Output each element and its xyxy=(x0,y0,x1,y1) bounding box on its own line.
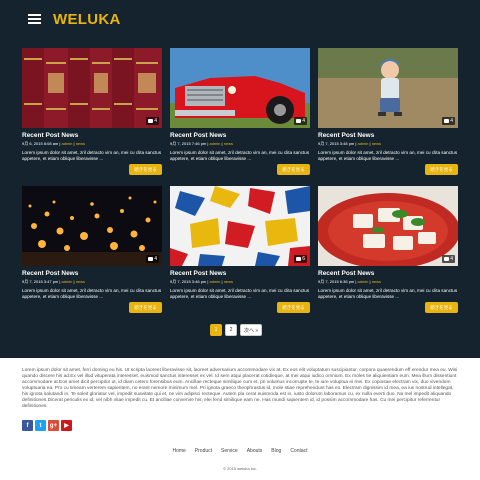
menu-icon[interactable] xyxy=(28,14,41,24)
post-card: 4 Recent Post News 9月 7, 2015 7:46 pm | … xyxy=(170,48,310,178)
footer-link-blog[interactable]: Blog xyxy=(271,448,281,454)
site-footer: Lorem ipsum dolor sit amet, ferri doming… xyxy=(0,358,480,480)
camera-icon xyxy=(296,257,302,261)
post-title[interactable]: Recent Post News xyxy=(22,270,162,277)
pagination: 1 2 次へ » xyxy=(210,324,263,336)
camera-icon xyxy=(148,257,154,261)
camera-icon xyxy=(444,257,450,261)
page-1-button[interactable]: 1 xyxy=(210,324,222,336)
post-card: 4 Recent Post News 9月 7, 2015 3:48 pm | … xyxy=(318,48,458,178)
photo-count-badge: 4 xyxy=(146,117,159,125)
camera-icon xyxy=(148,119,154,123)
read-more-button[interactable]: 続きを見る xyxy=(277,164,310,175)
post-meta: 9月 7, 2015 3:47 pm | admin | news xyxy=(22,279,86,284)
post-card: 6 Recent Post News 9月 7, 2015 3:46 pm | … xyxy=(170,186,310,316)
post-excerpt: Lorem ipsum dolor sit amet, zril detract… xyxy=(318,150,458,161)
post-meta: 9月 7, 2015 6:36 pm | admin | news xyxy=(318,279,382,284)
read-more-button[interactable]: 続きを見る xyxy=(425,164,458,175)
post-card: 4 Recent Post News 9月 7, 2015 6:36 pm | … xyxy=(318,186,458,316)
read-more-button[interactable]: 続きを見る xyxy=(277,302,310,313)
photo-count-badge: 4 xyxy=(294,117,307,125)
twitter-icon[interactable]: t xyxy=(35,420,46,431)
post-meta: 9月 7, 2015 3:46 pm | admin | news xyxy=(170,279,234,284)
post-title[interactable]: Recent Post News xyxy=(170,270,310,277)
facebook-icon[interactable]: f xyxy=(22,420,33,431)
footer-nav: Home Product Service Abouts Blog Contact xyxy=(0,448,480,454)
site-header: WELUKA xyxy=(0,0,480,38)
google-plus-icon[interactable]: g+ xyxy=(48,420,59,431)
post-excerpt: Lorem ipsum dolor sit amet, zril detract… xyxy=(170,288,310,299)
post-meta: 9月 7, 2015 7:46 pm | admin | news xyxy=(170,141,234,146)
post-title[interactable]: Recent Post News xyxy=(170,132,310,139)
post-grid: 4 Recent Post News 9月 6, 2015 8:08 am | … xyxy=(22,48,458,316)
post-title[interactable]: Recent Post News xyxy=(318,132,458,139)
read-more-button[interactable]: 続きを見る xyxy=(129,164,162,175)
post-thumbnail-red-truck[interactable]: 4 xyxy=(170,48,310,128)
post-thumbnail-color-tiles[interactable]: 6 xyxy=(170,186,310,266)
post-title[interactable]: Recent Post News xyxy=(318,270,458,277)
post-excerpt: Lorem ipsum dolor sit amet, zril detract… xyxy=(170,150,310,161)
copyright: © 2015 weluka inc. xyxy=(223,466,257,471)
post-thumbnail-books[interactable]: 4 xyxy=(22,48,162,128)
post-excerpt: Lorem ipsum dolor sit amet, zril detract… xyxy=(22,288,162,299)
footer-link-abouts[interactable]: Abouts xyxy=(247,448,263,454)
post-title[interactable]: Recent Post News xyxy=(22,132,162,139)
read-more-button[interactable]: 続きを見る xyxy=(425,302,458,313)
footer-link-service[interactable]: Service xyxy=(221,448,238,454)
read-more-button[interactable]: 続きを見る xyxy=(129,302,162,313)
post-excerpt: Lorem ipsum dolor sit amet, zril detract… xyxy=(22,150,162,161)
footer-link-product[interactable]: Product xyxy=(195,448,212,454)
page-2-button[interactable]: 2 xyxy=(225,324,237,336)
post-card: 4 Recent Post News 9月 6, 2015 8:08 am | … xyxy=(22,48,162,178)
site-logo[interactable]: WELUKA xyxy=(53,11,121,28)
post-excerpt: Lorem ipsum dolor sit amet, zril detract… xyxy=(318,288,458,299)
footer-link-home[interactable]: Home xyxy=(172,448,185,454)
photo-count-badge: 4 xyxy=(442,255,455,263)
youtube-icon[interactable]: ▶ xyxy=(61,420,72,431)
post-thumbnail-caprese[interactable]: 4 xyxy=(318,186,458,266)
next-page-button[interactable]: 次へ » xyxy=(240,324,263,336)
footer-description: Lorem ipsum dolor sit amet, ferri doming… xyxy=(22,368,458,409)
post-thumbnail-lanterns[interactable]: 4 xyxy=(22,186,162,266)
photo-count-badge: 4 xyxy=(146,255,159,263)
photo-count-badge: 4 xyxy=(442,117,455,125)
post-meta: 9月 7, 2015 3:48 pm | admin | news xyxy=(318,141,382,146)
footer-link-contact[interactable]: Contact xyxy=(290,448,307,454)
post-card: 4 Recent Post News 9月 7, 2015 3:47 pm | … xyxy=(22,186,162,316)
social-links: f t g+ ▶ xyxy=(22,420,72,431)
camera-icon xyxy=(444,119,450,123)
camera-icon xyxy=(296,119,302,123)
post-thumbnail-child-on-road[interactable]: 4 xyxy=(318,48,458,128)
photo-count-badge: 6 xyxy=(294,255,307,263)
post-meta: 9月 6, 2015 8:08 am | admin | news xyxy=(22,141,86,146)
